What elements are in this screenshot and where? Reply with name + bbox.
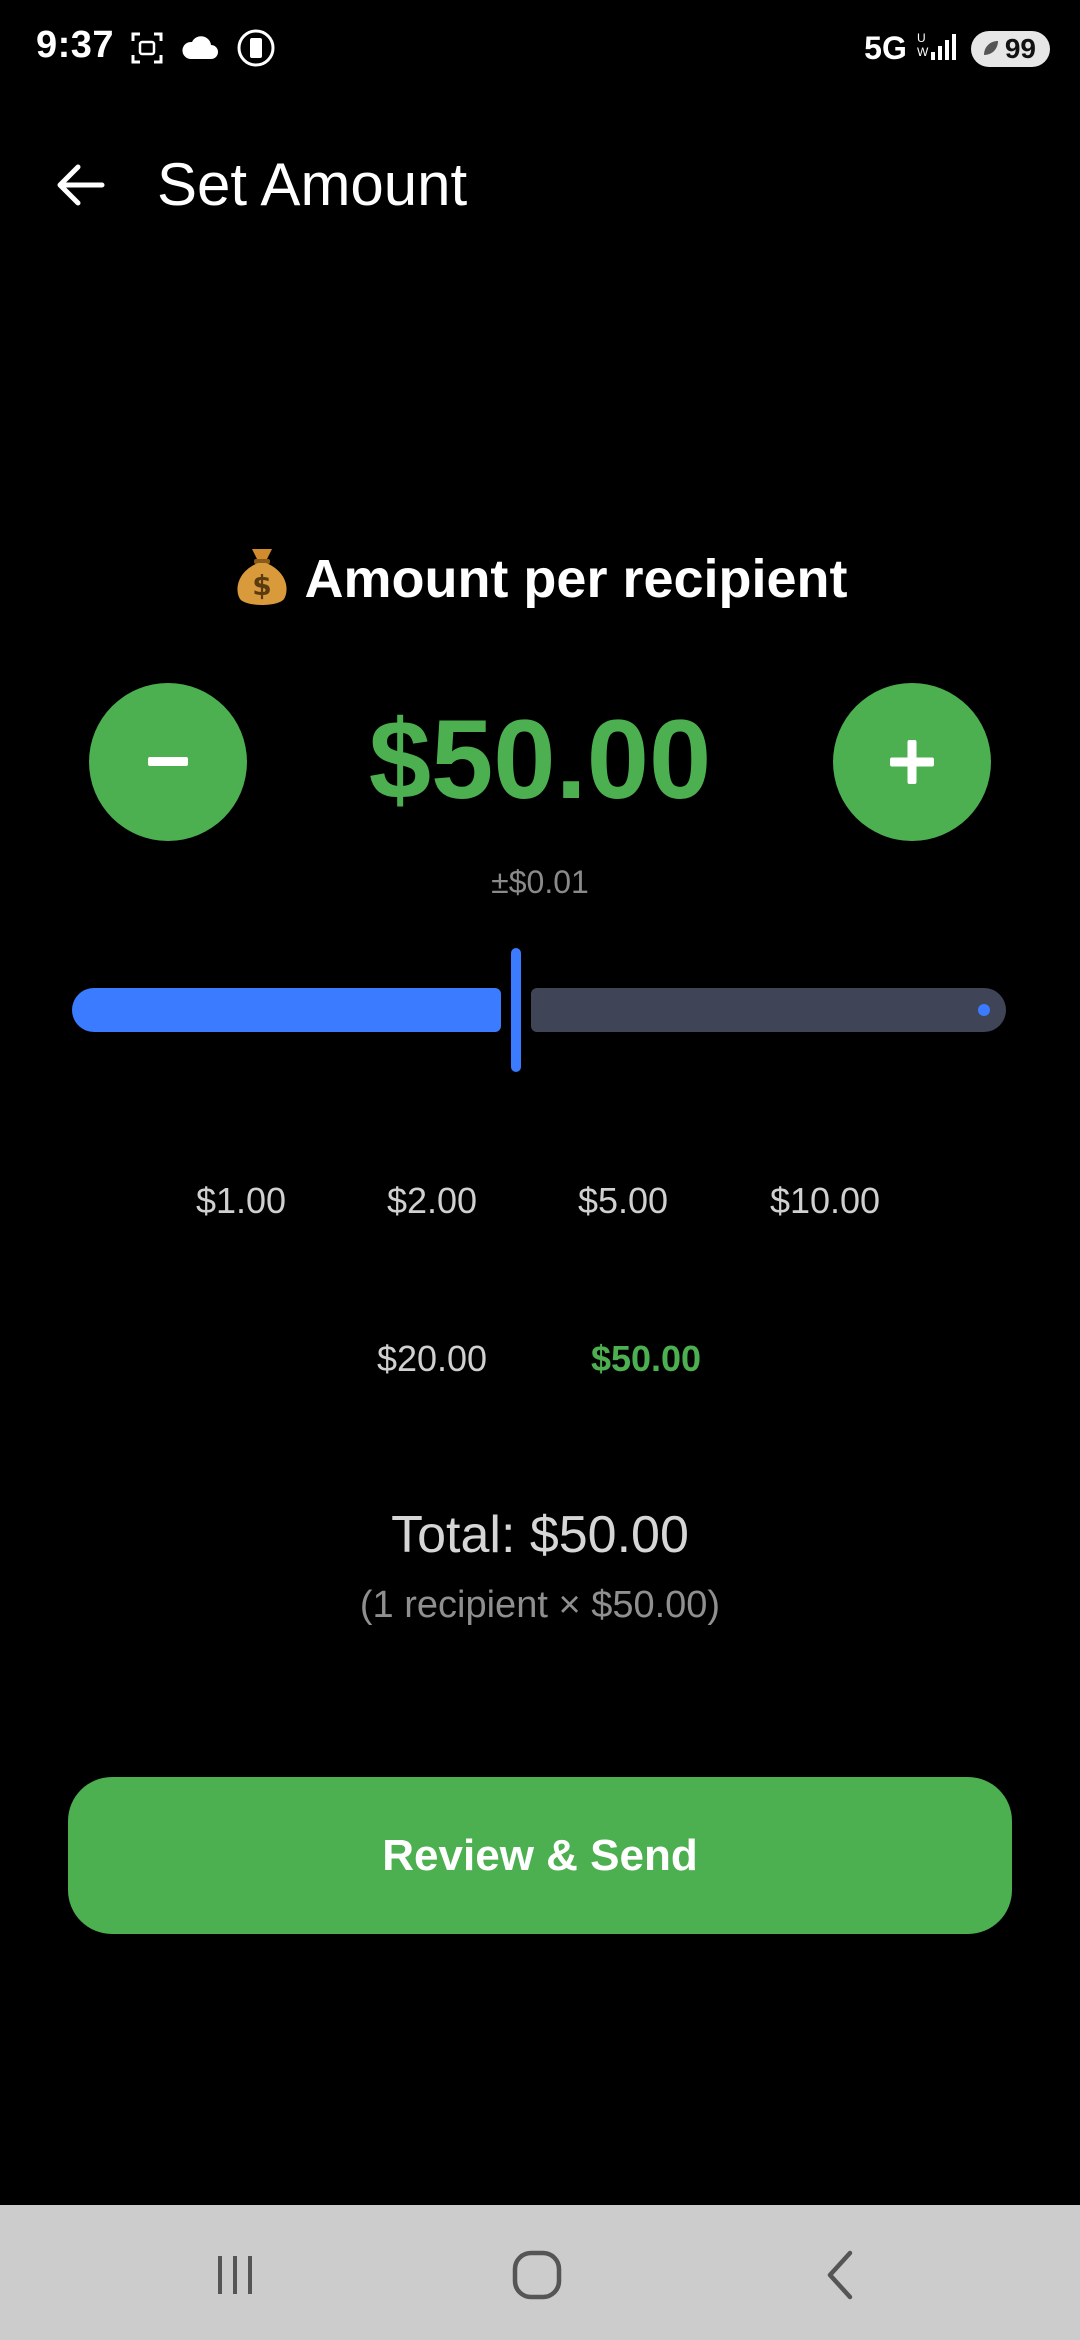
arrow-left-icon bbox=[57, 164, 105, 206]
preset-20[interactable]: $20.00 bbox=[357, 1334, 507, 1384]
battery-indicator: 99 bbox=[970, 30, 1050, 67]
status-time: 9:37 bbox=[36, 24, 115, 66]
battery-level: 99 bbox=[1004, 32, 1036, 64]
svg-text:W: W bbox=[917, 45, 929, 59]
svg-text:U: U bbox=[917, 31, 926, 45]
amount-slider[interactable] bbox=[72, 948, 1006, 1072]
app-header: Set Amount bbox=[0, 130, 1080, 240]
preset-10[interactable]: $10.00 bbox=[750, 1176, 900, 1226]
slider-thumb[interactable] bbox=[511, 948, 521, 1072]
preset-1[interactable]: $1.00 bbox=[166, 1176, 316, 1226]
status-icons bbox=[130, 28, 276, 68]
slider-active-track bbox=[72, 988, 501, 1032]
back-button[interactable] bbox=[40, 150, 120, 220]
precision-note: ±$0.01 bbox=[491, 864, 589, 900]
cloud-icon bbox=[180, 33, 220, 63]
total-amount: Total: $50.00 bbox=[391, 1506, 689, 1564]
review-send-button[interactable]: Review & Send bbox=[68, 1777, 1012, 1934]
system-nav-bar bbox=[0, 2205, 1080, 2340]
status-bar: 9:37 5G U W 99 bbox=[0, 0, 1080, 100]
amount-heading-text: Amount per recipient bbox=[304, 549, 848, 609]
slider-end-marker bbox=[978, 1004, 990, 1016]
plus-icon bbox=[890, 740, 934, 784]
home-icon bbox=[512, 2250, 562, 2300]
amount-heading: $ Amount per recipient bbox=[0, 545, 1080, 610]
status-right: 5G U W 99 bbox=[864, 28, 1050, 69]
total-breakdown: (1 recipient × $50.00) bbox=[359, 1584, 721, 1626]
preset-50[interactable]: $50.00 bbox=[571, 1334, 721, 1384]
back-nav-button[interactable] bbox=[790, 2235, 890, 2315]
svg-text:$: $ bbox=[253, 569, 272, 602]
back-icon bbox=[827, 2250, 853, 2300]
preset-5[interactable]: $5.00 bbox=[548, 1176, 698, 1226]
decrease-button[interactable] bbox=[89, 683, 247, 841]
amount-value: $50.00 bbox=[368, 697, 712, 822]
home-button[interactable] bbox=[487, 2235, 587, 2315]
increase-button[interactable] bbox=[833, 683, 991, 841]
minus-icon bbox=[148, 757, 188, 766]
slider-inactive-track bbox=[531, 988, 1006, 1032]
signal-icon: U W bbox=[917, 28, 961, 69]
recents-button[interactable] bbox=[185, 2235, 285, 2315]
money-bag-icon: $ bbox=[232, 545, 292, 609]
phone-in-circle-icon bbox=[236, 28, 276, 68]
network-label: 5G bbox=[864, 30, 907, 66]
recents-icon bbox=[218, 2256, 252, 2294]
preset-2[interactable]: $2.00 bbox=[357, 1176, 507, 1226]
screenshot-icon bbox=[130, 31, 164, 65]
page-title: Set Amount bbox=[157, 151, 468, 218]
battery-saver-icon bbox=[981, 33, 1001, 65]
